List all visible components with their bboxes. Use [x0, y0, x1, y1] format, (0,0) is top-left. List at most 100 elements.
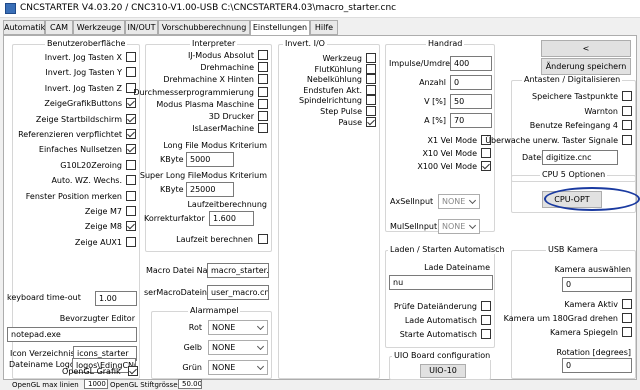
- back-button[interactable]: <: [541, 40, 631, 57]
- ui-checkbox-zeige-m8[interactable]: [126, 221, 136, 232]
- interp-checkbox-drehmachine[interactable]: [258, 62, 268, 73]
- load-checkbox-pr-fe-datei-nderung[interactable]: [481, 301, 491, 311]
- interp-label-drehmachine: Drehmachine: [200, 63, 254, 73]
- chevron-down-icon: [468, 196, 477, 205]
- interpreter-group-title: Interpreter: [190, 39, 238, 48]
- io-checkbox-werkzeug[interactable]: [366, 53, 376, 63]
- laufzeit-calc-checkbox[interactable]: [258, 234, 268, 244]
- ui-checkbox-referenzieren-verpflichtet[interactable]: [126, 129, 136, 139]
- io-label-flutk-hlung: FlutKühlung: [314, 64, 362, 74]
- mulsel-select[interactable]: NONE: [438, 219, 480, 234]
- antasten-checkbox-benutze-refeingang-4[interactable]: [622, 120, 632, 130]
- interp-checkbox-drehmachine-x-hinten[interactable]: [258, 74, 268, 85]
- io-label-pause: Pause: [338, 117, 362, 127]
- alarm-rot-select[interactable]: NONE: [208, 320, 268, 335]
- opengl-pen-input[interactable]: 50.00: [178, 379, 202, 389]
- super-long-label: Super Long FileModus Kriterium: [139, 171, 267, 180]
- interp-label-durchmesserprogrammierung: Durchmesserprogrammierung: [133, 87, 254, 97]
- io-checkbox-flutk-hlung[interactable]: [366, 63, 376, 74]
- rotation-input[interactable]: 0: [562, 358, 632, 373]
- ui-label-invert-jog-tasten-y: Invert. Jog Tasten Y: [45, 68, 122, 78]
- interp-checkbox-ij-modus-absolut[interactable]: [258, 50, 268, 60]
- anzahl-input[interactable]: 0: [450, 75, 492, 90]
- alarm-value: NONE: [212, 323, 236, 332]
- ui-label-zeige-startbildschirm: Zeige Startbildschirm: [35, 114, 122, 124]
- vel-checkbox-x10-vel-mode[interactable]: [481, 148, 491, 158]
- datei-input[interactable]: digitize.cnc: [542, 150, 618, 165]
- uio-button[interactable]: UIO-10: [420, 364, 466, 378]
- vel-checkbox-x100-vel-mode[interactable]: [481, 161, 491, 171]
- load-checkbox-lade-automatisch[interactable]: [481, 315, 491, 325]
- antasten-checkbox-warnton[interactable]: [622, 105, 632, 116]
- ui-checkbox-invert-jog-tasten-y[interactable]: [126, 67, 136, 78]
- vel-label-x1-vel-mode: X1 Vel Mode: [427, 136, 477, 145]
- alarm-gelb-select[interactable]: NONE: [208, 340, 268, 355]
- antasten-checkbox-speichere-tastpunkte[interactable]: [622, 91, 632, 101]
- usb-label-kamera-spiegeln: Kamera Spiegeln: [549, 328, 618, 337]
- editor-label: Bevorzugter Editor: [59, 314, 135, 323]
- io-checkbox-endstufen-akt[interactable]: [366, 84, 376, 95]
- usb-checkbox-kamera-aktiv[interactable]: [622, 299, 632, 309]
- antasten-checkbox-berwache-unerw-taster-signale[interactable]: [622, 134, 632, 145]
- io-label-nebelk-hlung: Nebelkühlung: [306, 75, 362, 85]
- opengl-checkbox[interactable]: [128, 366, 138, 376]
- tab-automatik[interactable]: Automatik: [3, 20, 45, 35]
- ui-checkbox-zeige-startbildschirm[interactable]: [126, 113, 136, 124]
- ui-label-zeigegrafikbuttons: ZeigeGrafikButtons: [44, 99, 122, 109]
- usb-checkbox-kamera-um-180grad-drehen[interactable]: [622, 313, 632, 323]
- long-file-input[interactable]: 5000: [186, 152, 234, 167]
- load-checkbox-starte-automatisch[interactable]: [481, 329, 491, 339]
- interp-checkbox-islasermachine[interactable]: [258, 123, 268, 134]
- handrad-group-title: Handrad: [426, 39, 465, 48]
- a-input[interactable]: 70: [450, 113, 492, 128]
- axsel-select[interactable]: NONE: [438, 194, 480, 209]
- ui-checkbox-fenster-position-merken[interactable]: [126, 190, 136, 201]
- load-file-label: Lade Dateiname: [424, 263, 490, 272]
- editor-input[interactable]: notepad.exe: [7, 327, 137, 342]
- usb-select-input[interactable]: 0: [562, 277, 632, 292]
- v-input[interactable]: 50: [450, 94, 492, 109]
- interp-checkbox-3d-drucker[interactable]: [258, 111, 268, 121]
- io-label-endstufen-akt: Endstufen Akt.: [303, 85, 362, 95]
- korrektur-label: Korrekturfaktor: [144, 214, 205, 223]
- tab-cam[interactable]: CAM: [45, 20, 73, 35]
- user-macro-input[interactable]: user_macro.cnc: [207, 285, 269, 300]
- usb-checkbox-kamera-spiegeln[interactable]: [622, 327, 632, 337]
- save-button[interactable]: Änderung speichern: [541, 58, 631, 75]
- tab-in-out[interactable]: IN/OUT: [125, 20, 158, 35]
- tab-vorschubberechnung[interactable]: Vorschubberechnung: [158, 20, 250, 35]
- io-checkbox-step-pulse[interactable]: [366, 106, 376, 116]
- ui-checkbox-zeigegrafikbuttons[interactable]: [126, 98, 136, 109]
- usb-group-title: USB Kamera: [546, 245, 600, 254]
- interp-checkbox-durchmesserprogrammierung[interactable]: [258, 86, 268, 97]
- opengl-max-input[interactable]: 1000: [84, 379, 108, 389]
- ui-checkbox-zeige-aux1[interactable]: [126, 236, 136, 247]
- io-checkbox-spindelrichtung[interactable]: [366, 95, 376, 106]
- interp-label-3d-drucker: 3D Drucker: [208, 112, 254, 121]
- tab-werkzeuge[interactable]: Werkzeuge: [73, 20, 125, 35]
- alarm-gr-n-select[interactable]: NONE: [208, 360, 268, 375]
- load-file-input[interactable]: nu: [389, 275, 493, 290]
- ui-checkbox-einfaches-nullsetzen[interactable]: [126, 144, 136, 155]
- opengl-max-label: OpenGL max linien: [12, 381, 79, 389]
- macro-input[interactable]: macro_starter.cr: [207, 263, 269, 278]
- ui-checkbox-zeige-m7[interactable]: [126, 206, 136, 216]
- ui-checkbox-g10l20zeroing[interactable]: [126, 159, 136, 170]
- chevron-down-icon: [468, 221, 477, 230]
- tab-hilfe[interactable]: Hilfe: [310, 20, 338, 35]
- interp-checkbox-modus-plasma-maschine[interactable]: [258, 98, 268, 109]
- korrektur-input[interactable]: 1.600: [209, 211, 254, 226]
- io-checkbox-pause[interactable]: [366, 116, 376, 127]
- keyboard-timeout-input[interactable]: 1.00: [95, 291, 137, 306]
- keyboard-timeout-label: keyboard time-out: [7, 293, 81, 302]
- io-checkbox-nebelk-hlung[interactable]: [366, 74, 376, 85]
- tab-einstellungen[interactable]: Einstellungen: [250, 20, 310, 36]
- v-label: V [%]: [424, 97, 446, 106]
- ui-label-auto-wz-wechs: Auto. WZ. Wechs.: [51, 176, 122, 186]
- super-long-input[interactable]: 25000: [186, 182, 234, 197]
- usb-select-label: Kamera auswählen: [554, 265, 631, 274]
- interp-label-ij-modus-absolut: IJ-Modus Absolut: [187, 51, 254, 60]
- ui-checkbox-invert-jog-tasten-x[interactable]: [126, 52, 136, 62]
- imp-input[interactable]: 400: [450, 56, 492, 71]
- ui-checkbox-auto-wz-wechs[interactable]: [126, 175, 136, 186]
